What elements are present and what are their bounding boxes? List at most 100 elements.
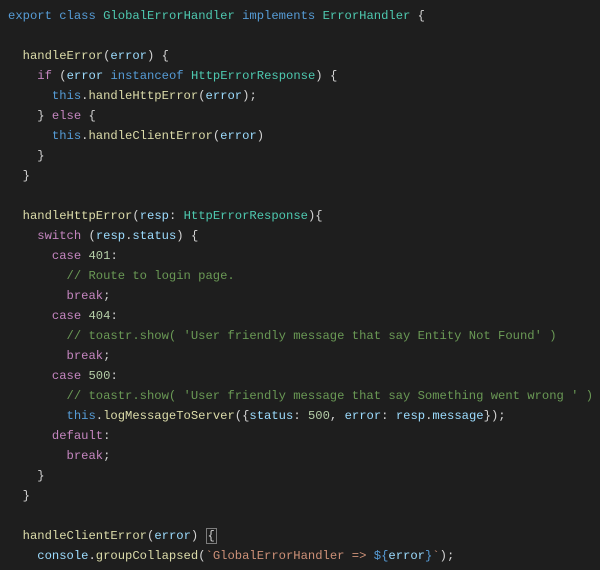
paren-open: ( — [88, 229, 95, 243]
template-string: ` — [432, 549, 439, 563]
code-line: this.handleHttpError(error); — [8, 89, 257, 103]
class-name: HttpErrorResponse — [191, 69, 315, 83]
code-line: case 500: — [8, 369, 118, 383]
code-line: } — [8, 469, 45, 483]
interface-name: ErrorHandler — [323, 9, 411, 23]
keyword-export: export — [8, 9, 52, 23]
keyword-this: this — [67, 409, 96, 423]
code-line: handleError(error) { — [8, 49, 169, 63]
comment: // Route to login page. — [67, 269, 235, 283]
semicolon: ; — [447, 549, 454, 563]
template-string: `GlobalErrorHandler => — [206, 549, 374, 563]
identifier: console — [37, 549, 88, 563]
code-line: // toastr.show( 'User friendly message t… — [8, 329, 557, 343]
dot: . — [88, 549, 95, 563]
code-line: } — [8, 149, 45, 163]
template-expr-open: ${ — [374, 549, 389, 563]
property-key: error — [345, 409, 382, 423]
identifier: error — [220, 129, 257, 143]
brace-close: } — [37, 109, 44, 123]
method-call: groupCollapsed — [96, 549, 198, 563]
keyword-instanceof: instanceof — [110, 69, 183, 83]
paren-open: ( — [132, 209, 139, 223]
comma: , — [330, 409, 337, 423]
colon: : — [293, 409, 300, 423]
param: resp — [140, 209, 169, 223]
number-literal: 500 — [88, 369, 110, 383]
brace-open: { — [418, 9, 425, 23]
code-line: console.groupCollapsed(`GlobalErrorHandl… — [8, 549, 454, 563]
method-call: logMessageToServer — [103, 409, 235, 423]
colon: : — [110, 369, 117, 383]
keyword-class: class — [59, 9, 96, 23]
method-call: handleClientError — [88, 129, 212, 143]
paren-close: ) — [315, 69, 322, 83]
code-line: } — [8, 489, 30, 503]
code-line: // Route to login page. — [8, 269, 235, 283]
semicolon: ; — [498, 409, 505, 423]
property: message — [432, 409, 483, 423]
semicolon: ; — [103, 349, 110, 363]
brace-close: } — [37, 149, 44, 163]
code-line: } else { — [8, 109, 96, 123]
code-line: this.logMessageToServer({status: 500, er… — [8, 409, 506, 423]
paren-open: ( — [198, 549, 205, 563]
number-literal: 404 — [88, 309, 110, 323]
semicolon: ; — [103, 289, 110, 303]
keyword-case: case — [52, 369, 81, 383]
code-line: case 401: — [8, 249, 118, 263]
code-line: default: — [8, 429, 110, 443]
colon: : — [110, 249, 117, 263]
identifier: resp — [396, 409, 425, 423]
brace-open: { — [191, 229, 198, 243]
paren-close: ) — [176, 229, 183, 243]
code-editor[interactable]: export class GlobalErrorHandler implemen… — [0, 0, 600, 570]
paren-close: ) — [257, 129, 264, 143]
number-literal: 500 — [308, 409, 330, 423]
brace-open: { — [89, 109, 96, 123]
colon: : — [169, 209, 176, 223]
brace-close: } — [23, 169, 30, 183]
paren-close: ) — [440, 549, 447, 563]
comment: // toastr.show( 'User friendly message t… — [67, 329, 557, 343]
keyword-this: this — [52, 129, 81, 143]
identifier: error — [67, 69, 104, 83]
code-line: if (error instanceof HttpErrorResponse) … — [8, 69, 337, 83]
property: status — [132, 229, 176, 243]
paren-open: ( — [235, 409, 242, 423]
keyword-break: break — [67, 349, 104, 363]
code-line: handleClientError(error) { — [8, 528, 217, 544]
brace-open: { — [162, 49, 169, 63]
colon: : — [103, 429, 110, 443]
brace-close: } — [23, 489, 30, 503]
paren-open: ( — [198, 89, 205, 103]
param: error — [110, 49, 147, 63]
identifier: error — [206, 89, 243, 103]
dot: . — [96, 409, 103, 423]
keyword-this: this — [52, 89, 81, 103]
code-line: } — [8, 169, 30, 183]
colon: : — [381, 409, 388, 423]
comment: // toastr.show( 'User friendly message t… — [67, 389, 594, 403]
brace-open: { — [315, 209, 322, 223]
keyword-switch: switch — [37, 229, 81, 243]
paren-open: ( — [59, 69, 66, 83]
number-literal: 401 — [88, 249, 110, 263]
paren-close: ) — [191, 529, 198, 543]
brace-open: { — [206, 528, 217, 544]
type-annotation: HttpErrorResponse — [184, 209, 308, 223]
keyword-case: case — [52, 249, 81, 263]
keyword-break: break — [67, 449, 104, 463]
code-line: export class GlobalErrorHandler implemen… — [8, 9, 425, 23]
keyword-implements: implements — [242, 9, 315, 23]
method-name: handleHttpError — [23, 209, 133, 223]
brace-close: } — [484, 409, 491, 423]
colon: : — [110, 309, 117, 323]
brace-open: { — [330, 69, 337, 83]
method-call: handleHttpError — [88, 89, 198, 103]
keyword-else: else — [52, 109, 81, 123]
method-name: handleClientError — [23, 529, 147, 543]
property-key: status — [249, 409, 293, 423]
keyword-case: case — [52, 309, 81, 323]
keyword-default: default — [52, 429, 103, 443]
